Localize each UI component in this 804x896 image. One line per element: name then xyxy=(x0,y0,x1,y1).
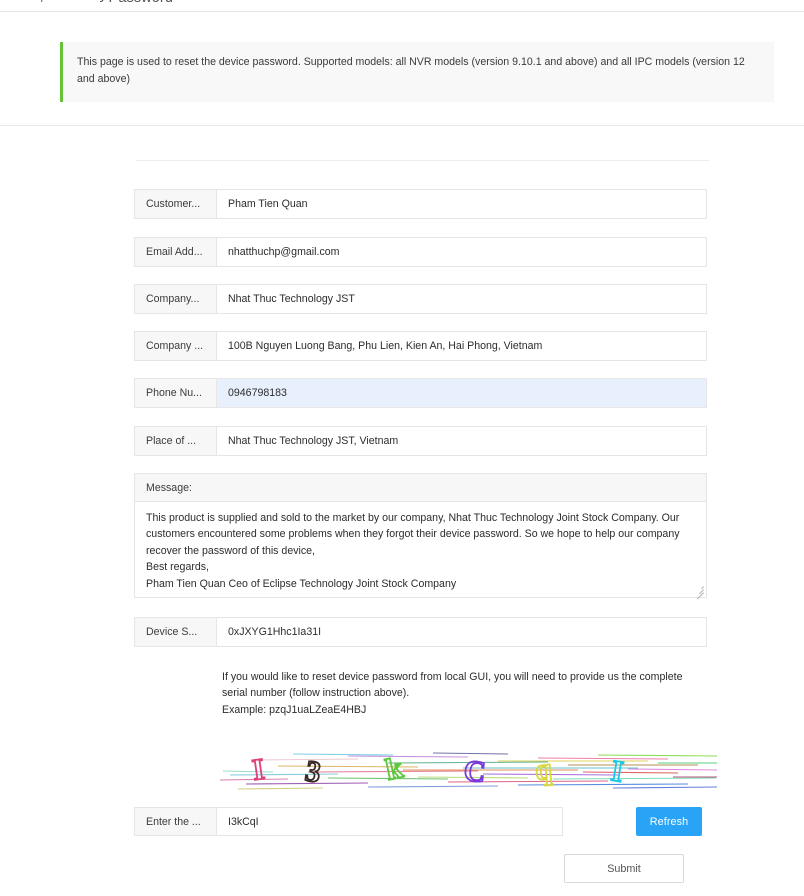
form-row-label: Company... xyxy=(135,285,217,313)
form-row-input[interactable]: 0xJXYG1Hhc1Ia31I xyxy=(217,618,706,646)
captcha-svg: I 3 k C q I xyxy=(218,744,718,792)
form-row[interactable]: Phone Nu... 0946798183 xyxy=(134,378,707,408)
form-row-input[interactable]: 0946798183 xyxy=(217,379,706,407)
submit-button[interactable]: Submit xyxy=(564,854,684,883)
form-row-label: Phone Nu... xyxy=(135,379,217,407)
svg-text:q: q xyxy=(534,753,554,787)
page-fieldset xyxy=(0,11,804,12)
form-row-input[interactable]: Pham Tien Quan xyxy=(217,190,706,218)
form-row-label: Customer... xyxy=(135,190,217,218)
form-row-input[interactable]: 100B Nguyen Luong Bang, Phu Lien, Kien A… xyxy=(217,332,706,360)
form-row-label: Device S... xyxy=(135,618,217,646)
refresh-captcha-button[interactable]: Refresh xyxy=(636,807,702,836)
form-row[interactable]: Email Add... nhatthuchp@gmail.com xyxy=(134,237,707,267)
form-row[interactable]: Company... Nhat Thuc Technology JST xyxy=(134,284,707,314)
form-row-input[interactable]: Nhat Thuc Technology JST, Vietnam xyxy=(217,427,706,455)
form-row[interactable]: Customer... Pham Tien Quan xyxy=(134,189,707,219)
notice-banner: This page is used to reset the device pa… xyxy=(60,42,774,102)
form-row-input[interactable]: nhatthuchp@gmail.com xyxy=(217,238,706,266)
captcha-image[interactable]: I 3 k C q I xyxy=(218,744,718,792)
serial-number-note: If you would like to reset device passwo… xyxy=(222,671,683,716)
notice-box: This page is used to reset the device pa… xyxy=(60,42,774,102)
form-row-input[interactable]: Nhat Thuc Technology JST xyxy=(217,285,706,313)
message-block: Message: This product is supplied and so… xyxy=(134,473,707,598)
captcha-input-value[interactable]: I3kCqI xyxy=(217,808,562,835)
captcha-input-row[interactable]: Enter the ... I3kCqI xyxy=(134,807,563,836)
svg-text:C: C xyxy=(462,754,487,789)
form-row[interactable]: Device S... 0xJXYG1Hhc1Ia31I xyxy=(134,617,707,647)
form-row[interactable]: Company ... 100B Nguyen Luong Bang, Phu L… xyxy=(134,331,707,361)
section-divider xyxy=(0,125,804,126)
form-row[interactable]: Place of ... Nhat Thuc Technology JST, Vi… xyxy=(134,426,707,456)
form-row-label: Email Add... xyxy=(135,238,217,266)
required-fields-legend: * required fields xyxy=(14,0,101,3)
notice-text: This page is used to reset the device pa… xyxy=(77,56,745,85)
required-fields-fieldset xyxy=(136,160,709,177)
captcha-input-label: Enter the ... xyxy=(135,808,217,835)
textarea-resize-handle[interactable] xyxy=(694,584,704,600)
message-label: Message: xyxy=(134,473,707,502)
required-legend-label: required fields xyxy=(25,0,93,3)
message-textarea[interactable]: This product is supplied and sold to the… xyxy=(134,502,707,598)
form-row-label: Place of ... xyxy=(135,427,217,455)
form-row-label: Company ... xyxy=(135,332,217,360)
